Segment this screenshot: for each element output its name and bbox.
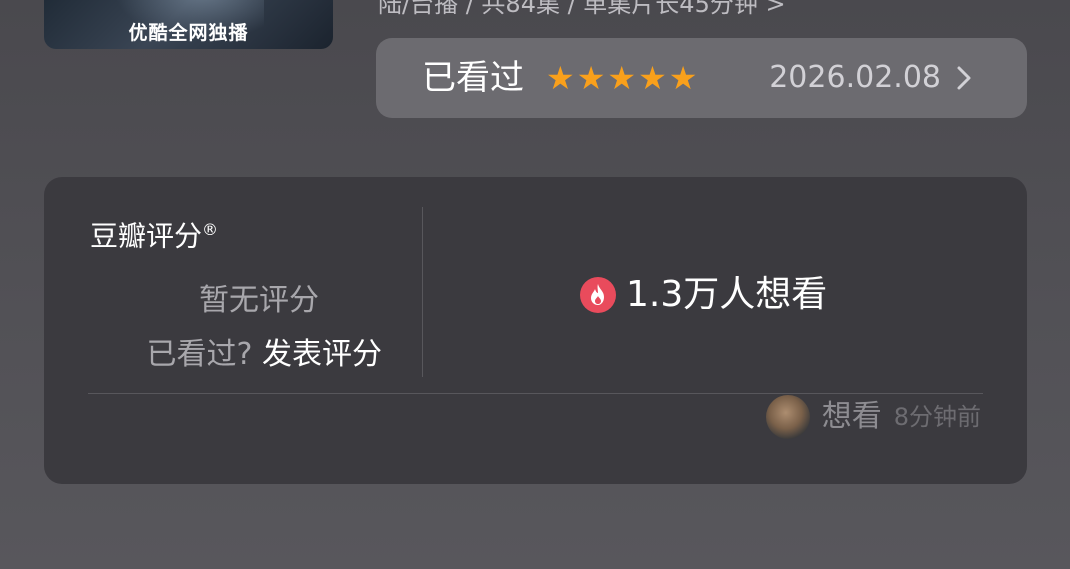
horizontal-divider	[88, 393, 983, 394]
registered-mark: ®	[202, 220, 219, 239]
star-icon: ★	[607, 59, 637, 97]
want-to-watch-count[interactable]: 1.3万人想看	[580, 273, 827, 317]
star-icon: ★	[638, 59, 667, 97]
want-count-text: 1.3万人想看	[626, 274, 828, 315]
watched-question: 已看过?	[146, 337, 253, 372]
rating-card: 豆瓣评分® 暂无评分 已看过? 发表评分 1.3万人想看 想看 8分钟前	[44, 177, 1027, 484]
poster-thumbnail[interactable]: 优酷全网独播	[44, 0, 333, 49]
watched-date: 2026.02.08	[769, 60, 941, 95]
rating-title: 豆瓣评分®	[90, 219, 219, 253]
star-icon: ★	[576, 59, 606, 97]
flame-icon	[580, 277, 616, 313]
poster-badge: 优酷全网独播	[128, 22, 249, 44]
watched-status-bar[interactable]: 已看过 ★ ★ ★ ★ ★ 2026.02.08	[376, 38, 1027, 118]
friend-activity[interactable]: 想看 8分钟前	[765, 395, 981, 439]
watched-question-row: 已看过? 发表评分	[147, 337, 382, 373]
vertical-divider	[422, 207, 423, 377]
show-info-line[interactable]: 陆/台播 / 共84集 / 单集片长45分钟 >	[378, 0, 786, 19]
chevron-right-icon	[957, 66, 971, 90]
star-rating: ★ ★ ★ ★ ★	[546, 59, 697, 97]
star-icon: ★	[546, 59, 575, 97]
activity-time: 8分钟前	[893, 403, 981, 431]
avatar	[765, 395, 810, 439]
publish-rating-link[interactable]: 发表评分	[262, 337, 382, 372]
watched-label: 已看过	[422, 58, 524, 98]
star-icon: ★	[668, 59, 698, 97]
activity-action: 想看	[821, 399, 882, 434]
no-rating-text: 暂无评分	[199, 283, 319, 318]
